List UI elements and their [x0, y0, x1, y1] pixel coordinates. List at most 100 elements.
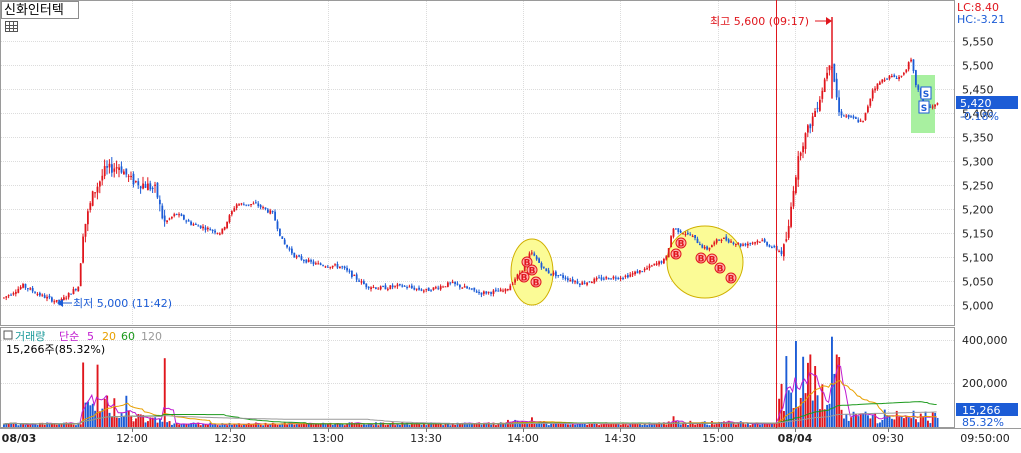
candle-body	[600, 277, 603, 280]
candle-body	[324, 266, 327, 268]
candle-body	[766, 242, 768, 246]
candle-body	[859, 120, 862, 122]
candle-body	[492, 290, 495, 294]
candle-body	[269, 210, 272, 214]
candle-body	[36, 293, 39, 295]
candle-body	[751, 242, 754, 244]
volume-bar	[372, 425, 375, 427]
current-volume-pct: 85.32%	[962, 416, 1004, 429]
candle-body	[535, 256, 538, 260]
volume-bar	[893, 419, 896, 427]
candle-body	[622, 277, 624, 279]
candle-body	[665, 256, 668, 260]
volume-bar	[75, 425, 77, 427]
candle-body	[538, 258, 540, 263]
volume-bar	[831, 336, 833, 427]
candle-body	[183, 215, 185, 220]
candle-body	[840, 111, 843, 116]
volume-bar	[399, 424, 401, 427]
volume-bar	[927, 420, 929, 427]
candle-body	[123, 171, 125, 175]
ma60-label: 60	[121, 330, 135, 343]
candle-body	[835, 78, 838, 98]
candle-body	[75, 289, 77, 291]
candle-body	[238, 204, 240, 206]
candle-body	[223, 227, 226, 230]
candle-body	[283, 239, 286, 245]
current-volume-badge: 15,266 85.32%	[956, 403, 1018, 429]
candle-body	[514, 279, 516, 283]
candle-body	[550, 273, 552, 275]
volume-bar	[163, 358, 166, 427]
candle-body	[360, 281, 363, 283]
volume-bar	[391, 422, 394, 427]
volume-bar	[348, 422, 351, 427]
candle-body	[22, 284, 24, 288]
candle-body	[403, 285, 406, 287]
volume-bar	[922, 417, 925, 427]
candle-body	[888, 75, 891, 79]
price-axis: 5,5505,5005,4505,4005,3505,3005,2505,200…	[962, 36, 994, 313]
price-panel-frame	[0, 0, 955, 326]
volume-bar	[847, 420, 850, 427]
volume-bar	[646, 425, 649, 427]
volume-bar	[706, 424, 709, 427]
candle-body	[576, 281, 579, 284]
candle-body	[768, 245, 771, 247]
candle-body	[773, 246, 776, 248]
candle-body	[895, 78, 898, 80]
candle-body	[910, 59, 912, 62]
candle-body	[298, 255, 300, 257]
candle-body	[197, 225, 200, 227]
volume-bar	[235, 424, 238, 427]
candle-body	[276, 221, 279, 229]
stock-name-box[interactable]: 신화인터텍	[1, 1, 79, 19]
volume-bar	[276, 424, 279, 427]
volume-bar	[17, 425, 20, 427]
candle-body	[137, 181, 140, 186]
volume-bar	[857, 416, 860, 427]
candle-body	[293, 252, 296, 258]
candle-body	[106, 166, 108, 168]
candle-body	[19, 286, 22, 290]
candle-body	[466, 286, 468, 289]
volume-bar	[905, 415, 908, 427]
candle-body	[312, 261, 315, 265]
volume-bar	[127, 410, 130, 427]
volume-bar	[135, 418, 137, 427]
candle-body	[636, 271, 639, 274]
volume-bar	[816, 395, 819, 427]
candle-body	[221, 228, 224, 234]
volume-bar	[665, 424, 668, 427]
volume-bar	[195, 424, 197, 427]
candle-body	[852, 116, 855, 118]
candle-body	[99, 181, 101, 187]
volume-bar	[226, 425, 229, 427]
candle-body	[883, 79, 886, 81]
candle-body	[792, 190, 795, 207]
volume-bar	[396, 424, 399, 427]
candle-body	[631, 273, 634, 275]
candle-body	[559, 274, 562, 276]
candle-body	[125, 168, 128, 175]
candle-body	[485, 291, 488, 294]
table-grid-icon[interactable]	[5, 21, 18, 32]
volume-bar	[574, 424, 577, 427]
volume-bar	[684, 423, 687, 427]
candle-body	[199, 225, 202, 229]
volume-bar	[598, 425, 601, 427]
candle-body	[929, 106, 932, 108]
candle-body	[629, 274, 632, 277]
candle-body	[135, 181, 137, 183]
candle-body	[173, 214, 176, 216]
candle-body	[185, 220, 188, 222]
volume-bar	[711, 421, 713, 427]
volume-bar	[749, 425, 752, 427]
candle-body	[480, 292, 483, 295]
candle-body	[307, 259, 310, 262]
candle-body	[427, 287, 430, 292]
candle-body	[72, 289, 75, 295]
chart-svg[interactable]: BBB BBBBBBBSS 최고 5,600 (09:17) 최저 5,000 (…	[0, 0, 1021, 449]
volume-bar	[279, 424, 281, 427]
B-signal-icon-glyph: B	[698, 255, 705, 265]
